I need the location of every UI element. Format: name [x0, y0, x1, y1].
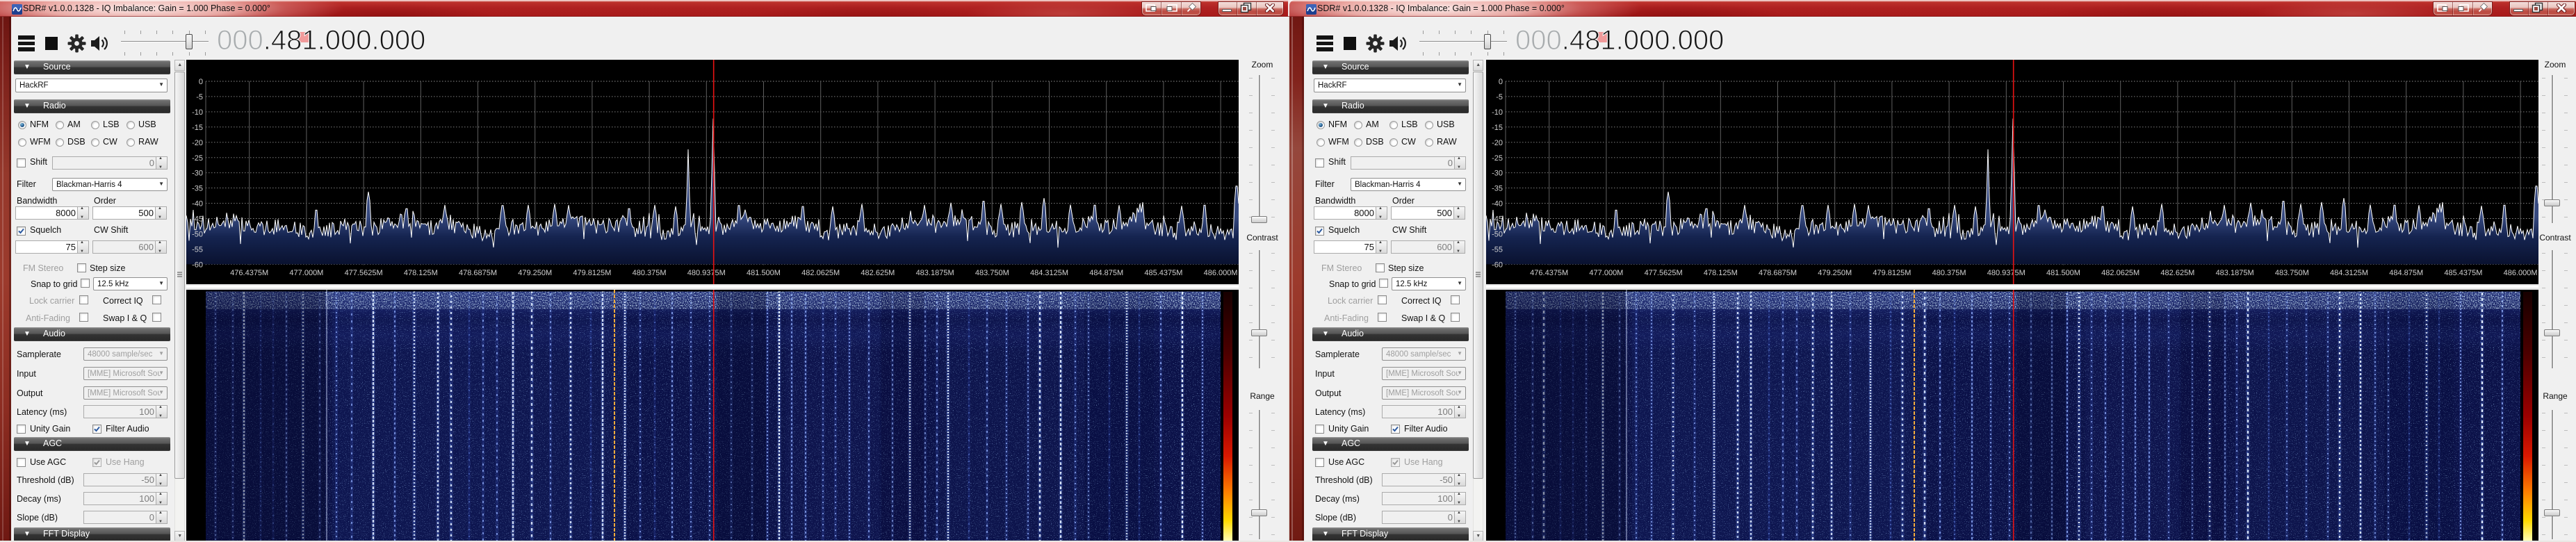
svg-text:-5: -5 [1496, 93, 1503, 101]
svg-text:-40: -40 [1492, 200, 1503, 208]
svg-text:484.3125M: 484.3125M [1030, 269, 1068, 277]
svg-text:-30: -30 [1492, 170, 1503, 178]
svg-text:-10: -10 [1492, 108, 1503, 117]
svg-text:479.250M: 479.250M [518, 269, 552, 277]
svg-text:-15: -15 [1492, 124, 1503, 132]
svg-text:485.4375M: 485.4375M [2444, 269, 2482, 277]
svg-text:483.1875M: 483.1875M [916, 269, 954, 277]
svg-text:478.6875M: 478.6875M [1759, 269, 1797, 277]
svg-text:480.375M: 480.375M [1932, 269, 1966, 277]
svg-text:485.4375M: 485.4375M [1144, 269, 1182, 277]
svg-text:-40: -40 [192, 200, 203, 208]
svg-text:484.875M: 484.875M [2389, 269, 2423, 277]
svg-text:-20: -20 [192, 139, 203, 147]
svg-text:-20: -20 [1492, 139, 1503, 147]
svg-text:-35: -35 [1492, 185, 1503, 193]
svg-text:478.6875M: 478.6875M [459, 269, 497, 277]
svg-text:-45: -45 [1492, 215, 1503, 224]
svg-text:482.625M: 482.625M [861, 269, 895, 277]
svg-text:-45: -45 [192, 215, 203, 224]
svg-text:0: 0 [1499, 78, 1503, 86]
svg-text:-5: -5 [196, 93, 203, 101]
svg-text:-10: -10 [192, 108, 203, 117]
svg-text:478.125M: 478.125M [1704, 269, 1738, 277]
svg-text:-50: -50 [1492, 231, 1503, 239]
svg-text:-55: -55 [192, 245, 203, 254]
svg-text:-30: -30 [192, 170, 203, 178]
svg-text:-25: -25 [1492, 154, 1503, 163]
svg-text:477.5625M: 477.5625M [345, 269, 383, 277]
svg-text:477.000M: 477.000M [1589, 269, 1623, 277]
svg-text:-50: -50 [192, 231, 203, 239]
svg-text:477.5625M: 477.5625M [1645, 269, 1683, 277]
svg-text:480.9375M: 480.9375M [687, 269, 726, 277]
svg-text:0: 0 [199, 78, 203, 86]
svg-text:476.4375M: 476.4375M [230, 269, 268, 277]
svg-text:479.8125M: 479.8125M [573, 269, 611, 277]
svg-text:477.000M: 477.000M [289, 269, 323, 277]
svg-text:-60: -60 [192, 261, 203, 269]
svg-text:-55: -55 [1492, 245, 1503, 254]
svg-text:482.0625M: 482.0625M [2101, 269, 2139, 277]
svg-text:481.500M: 481.500M [2046, 269, 2080, 277]
svg-text:478.125M: 478.125M [404, 269, 438, 277]
svg-text:483.750M: 483.750M [2275, 269, 2309, 277]
svg-text:484.3125M: 484.3125M [2330, 269, 2368, 277]
svg-text:-35: -35 [192, 185, 203, 193]
svg-text:486.000M: 486.000M [2504, 269, 2538, 277]
svg-text:484.875M: 484.875M [1089, 269, 1123, 277]
svg-text:-60: -60 [1492, 261, 1503, 269]
svg-text:480.375M: 480.375M [633, 269, 667, 277]
svg-text:479.8125M: 479.8125M [1873, 269, 1911, 277]
svg-text:-15: -15 [192, 124, 203, 132]
svg-text:481.500M: 481.500M [747, 269, 781, 277]
svg-text:483.1875M: 483.1875M [2216, 269, 2254, 277]
svg-text:483.750M: 483.750M [975, 269, 1009, 277]
svg-text:476.4375M: 476.4375M [1530, 269, 1568, 277]
svg-text:482.625M: 482.625M [2160, 269, 2194, 277]
svg-text:482.0625M: 482.0625M [801, 269, 840, 277]
svg-text:480.9375M: 480.9375M [1987, 269, 2025, 277]
svg-text:486.000M: 486.000M [1204, 269, 1238, 277]
svg-text:-25: -25 [192, 154, 203, 163]
svg-text:479.250M: 479.250M [1818, 269, 1852, 277]
